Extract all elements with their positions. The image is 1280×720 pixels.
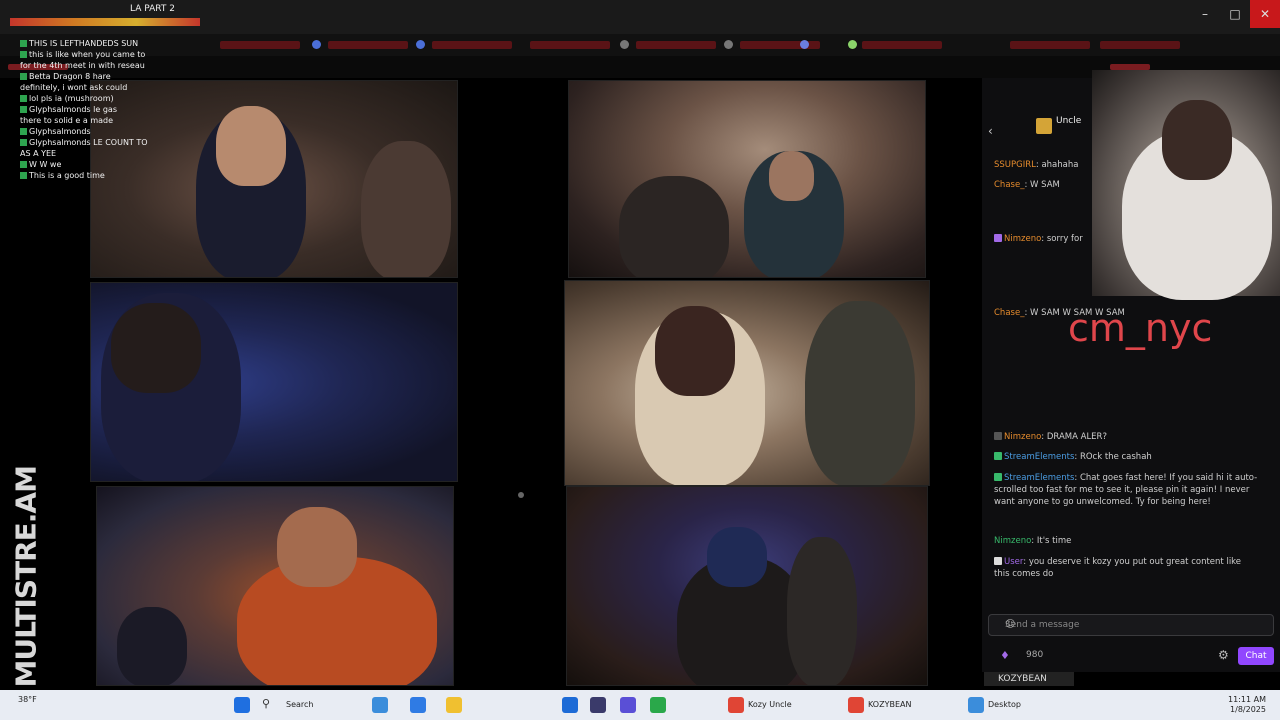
clock-time: 11:11 AM xyxy=(1228,695,1266,704)
overlay-chat-line: AS A YEE xyxy=(20,149,57,158)
clock-date: 1/8/2025 xyxy=(1230,705,1266,714)
chat-message: Chase_: W SAM xyxy=(994,180,1060,190)
chat-message: Nimzeno: sorry for xyxy=(994,234,1083,244)
chat-input[interactable]: Send a message ☺ xyxy=(988,614,1274,636)
overlay-chat-line: for the 4th meet in with reseau xyxy=(20,61,145,70)
person-face xyxy=(769,151,814,201)
bookmark-item[interactable] xyxy=(220,41,300,49)
overlay-username-tag: cm_nyc xyxy=(1068,306,1213,350)
overlay-chat: THIS IS LEFTHANDEDS SUN this is like whe… xyxy=(20,38,220,181)
app-icon[interactable] xyxy=(562,697,578,713)
person-figure xyxy=(619,176,729,277)
chat-message: StreamElements: ROck the cashah xyxy=(994,452,1152,462)
search-icon[interactable]: ⚲ xyxy=(262,697,278,713)
channel-name[interactable]: Uncle xyxy=(1056,116,1081,126)
stream-progress-bar xyxy=(10,18,200,26)
folder-icon[interactable] xyxy=(446,697,462,713)
weather-widget[interactable]: 38°F xyxy=(18,695,37,705)
overlay-chat-line: THIS IS LEFTHANDEDS SUN xyxy=(20,38,220,49)
bits-icon[interactable]: ♦ xyxy=(1000,649,1010,662)
person-cap xyxy=(707,527,767,587)
app-icon[interactable] xyxy=(590,697,606,713)
overlay-chat-line: Glyphsalmonds LE COUNT TO xyxy=(20,137,220,148)
bookmark-item[interactable] xyxy=(862,41,942,49)
stream-tile-3[interactable] xyxy=(90,282,458,482)
bookmark-item[interactable] xyxy=(1100,41,1180,49)
chevron-left-icon[interactable]: ‹ xyxy=(988,124,993,138)
multistream-watermark: MULTISTRE.AM xyxy=(6,466,43,688)
maximize-icon[interactable]: □ xyxy=(1220,0,1250,28)
chrome-icon[interactable] xyxy=(848,697,864,713)
bookmark-item[interactable] xyxy=(1010,41,1090,49)
person-figure xyxy=(117,607,187,685)
app-icon[interactable] xyxy=(650,697,666,713)
cursor-marker xyxy=(518,492,524,498)
bookmark-icon[interactable] xyxy=(620,40,629,49)
overlay-chat-line: This is a good time xyxy=(20,170,220,181)
overlay-chat-line: W W we xyxy=(20,159,220,170)
stream-tile-2[interactable] xyxy=(568,80,926,278)
person-figure xyxy=(805,301,915,485)
channel-avatar[interactable] xyxy=(1036,118,1052,134)
bookmark-icon[interactable] xyxy=(800,40,809,49)
chat-message: User: you deserve it kozy you put out gr… xyxy=(994,557,1242,579)
stream-tile-6[interactable] xyxy=(566,486,928,686)
stream-tile-4[interactable] xyxy=(564,280,930,486)
taskbar-app[interactable]: Desktop xyxy=(988,697,1021,713)
channel-points[interactable]: 980 xyxy=(1026,650,1043,660)
overlay-chat-line: lol pls ia (mushroom) xyxy=(20,93,220,104)
person-figure xyxy=(787,537,857,685)
browser-icon[interactable] xyxy=(410,697,426,713)
overlay-chat-line: definitely, i wont ask could xyxy=(20,83,128,92)
bookmark-icon[interactable] xyxy=(312,40,321,49)
chat-panel: ‹ Uncle SSUPGIRL: ahahaha Chase_: W SAM … xyxy=(982,70,1280,672)
windows-taskbar: 38°F ⚲ Search Kozy Uncle KOZYBEAN Deskto… xyxy=(0,690,1280,720)
widgets-icon[interactable] xyxy=(372,697,388,713)
bookmark-item[interactable] xyxy=(432,41,512,49)
taskbar-search[interactable]: Search xyxy=(286,697,313,713)
overlay-chat-line: this is like when you came to xyxy=(20,49,220,60)
bookmark-item[interactable] xyxy=(636,41,716,49)
person-face xyxy=(277,507,357,587)
overlay-chat-line: Glyphsalmonds xyxy=(20,126,220,137)
taskbar-app[interactable]: KOZYBEAN xyxy=(868,697,911,713)
streamer-face xyxy=(216,106,286,186)
tab-title[interactable]: LA PART 2 xyxy=(130,4,175,14)
taskbar-app[interactable]: Kozy Uncle xyxy=(748,697,792,713)
close-icon[interactable]: ✕ xyxy=(1250,0,1280,28)
emote-icon[interactable]: ☺ xyxy=(1005,619,1267,630)
channel-tag[interactable]: KOZYBEAN xyxy=(984,672,1074,686)
overlay-chat-line: Glyphsalmonds le gas xyxy=(20,104,220,115)
chat-message: Nimzeno: DRAMA ALER? xyxy=(994,432,1107,442)
minimize-icon[interactable]: – xyxy=(1190,0,1220,28)
overlay-chat-line: there to solid e a made xyxy=(20,116,114,125)
app-icon[interactable] xyxy=(620,697,636,713)
person-figure xyxy=(361,141,451,277)
bookmark-item[interactable] xyxy=(530,41,610,49)
bookmark-icon[interactable] xyxy=(416,40,425,49)
chrome-icon[interactable] xyxy=(728,697,744,713)
bookmark-icon[interactable] xyxy=(848,40,857,49)
stream-tile-5[interactable] xyxy=(96,486,454,686)
gear-icon[interactable]: ⚙ xyxy=(1218,648,1229,662)
overlay-chat-line: Betta Dragon 8 hare xyxy=(20,71,220,82)
chat-send-button[interactable]: Chat xyxy=(1238,647,1274,665)
person-hair xyxy=(655,306,735,396)
person-hair xyxy=(111,303,201,393)
chat-header: ‹ Uncle xyxy=(982,110,1280,150)
watermark-text: MULTISTRE.AM xyxy=(9,466,43,688)
start-icon[interactable] xyxy=(234,697,250,713)
chat-message: StreamElements: Chat goes fast here! If … xyxy=(994,473,1258,507)
chat-message: Nimzeno: It's time xyxy=(994,536,1072,546)
browser-titlebar: LA PART 2 – □ ✕ xyxy=(0,0,1280,34)
chat-footer: ♦ 980 ⚙ Chat xyxy=(982,644,1280,668)
app-icon[interactable] xyxy=(968,697,984,713)
chat-message: SSUPGIRL: ahahaha xyxy=(994,160,1079,170)
streamer-webcam xyxy=(1092,70,1280,300)
system-clock[interactable]: 11:11 AM 1/8/2025 xyxy=(1228,695,1266,715)
bookmark-icon[interactable] xyxy=(724,40,733,49)
bookmark-item[interactable] xyxy=(328,41,408,49)
